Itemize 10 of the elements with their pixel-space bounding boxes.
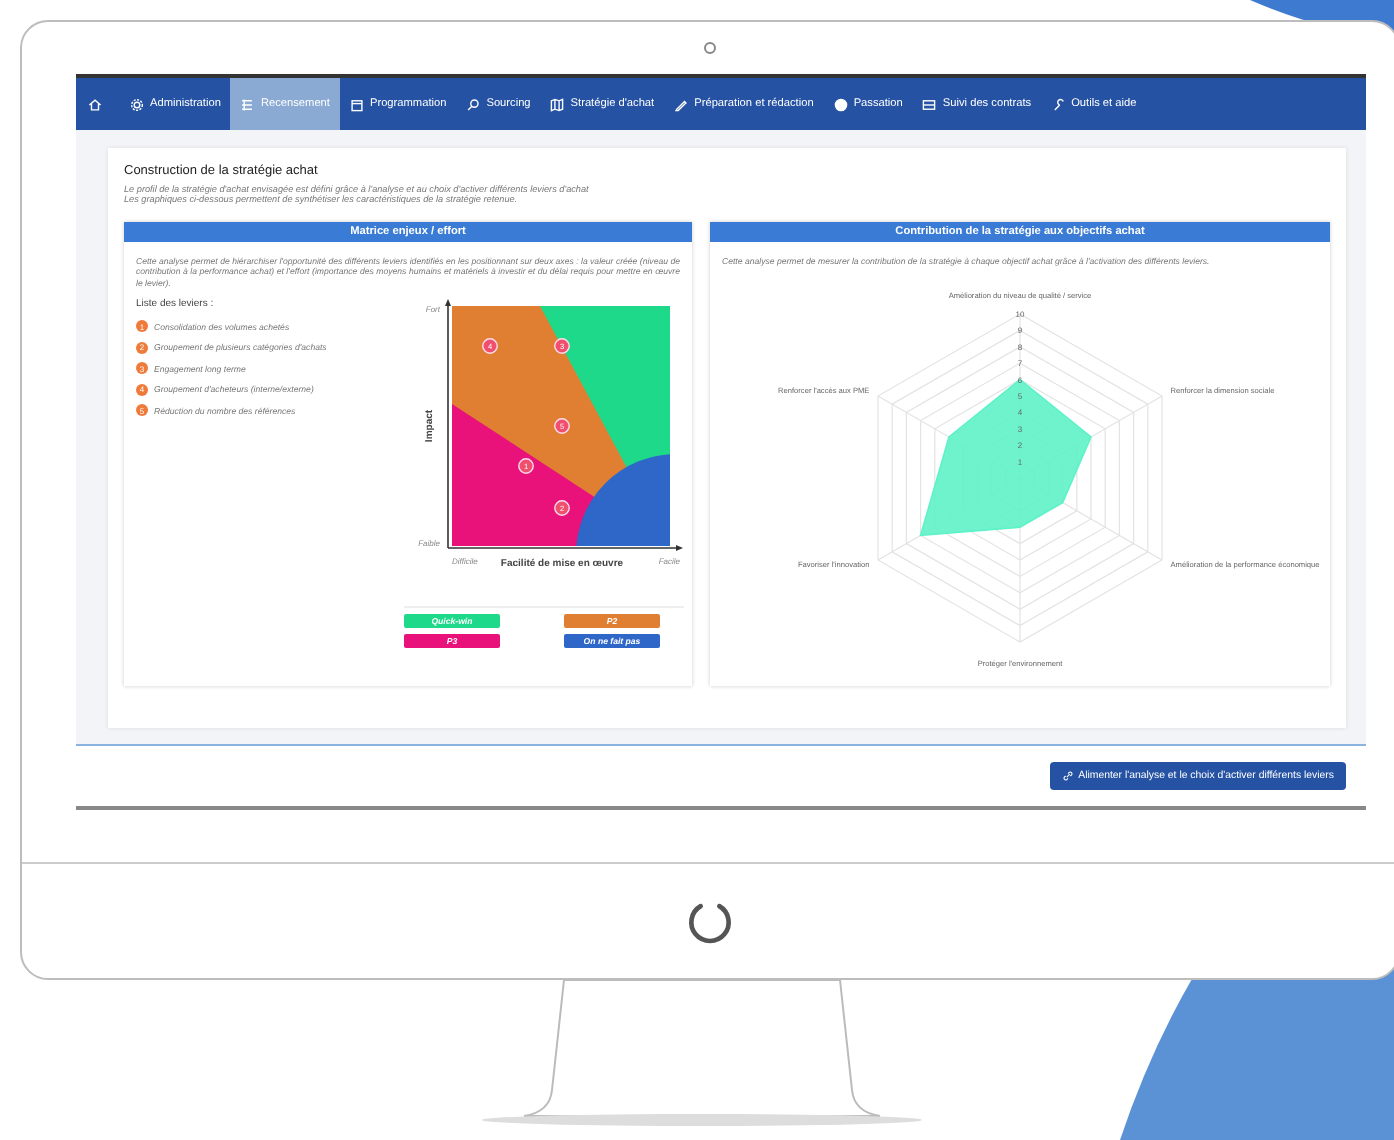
gear-icon xyxy=(130,97,144,111)
search-icon xyxy=(466,97,481,111)
map-icon xyxy=(550,97,565,111)
list-icon xyxy=(240,97,255,111)
pen-icon xyxy=(674,97,689,111)
box-icon xyxy=(922,97,937,111)
camera-icon xyxy=(704,42,716,54)
link-icon xyxy=(1062,770,1075,782)
home-icon[interactable] xyxy=(88,97,102,111)
calendar-icon xyxy=(349,97,364,111)
